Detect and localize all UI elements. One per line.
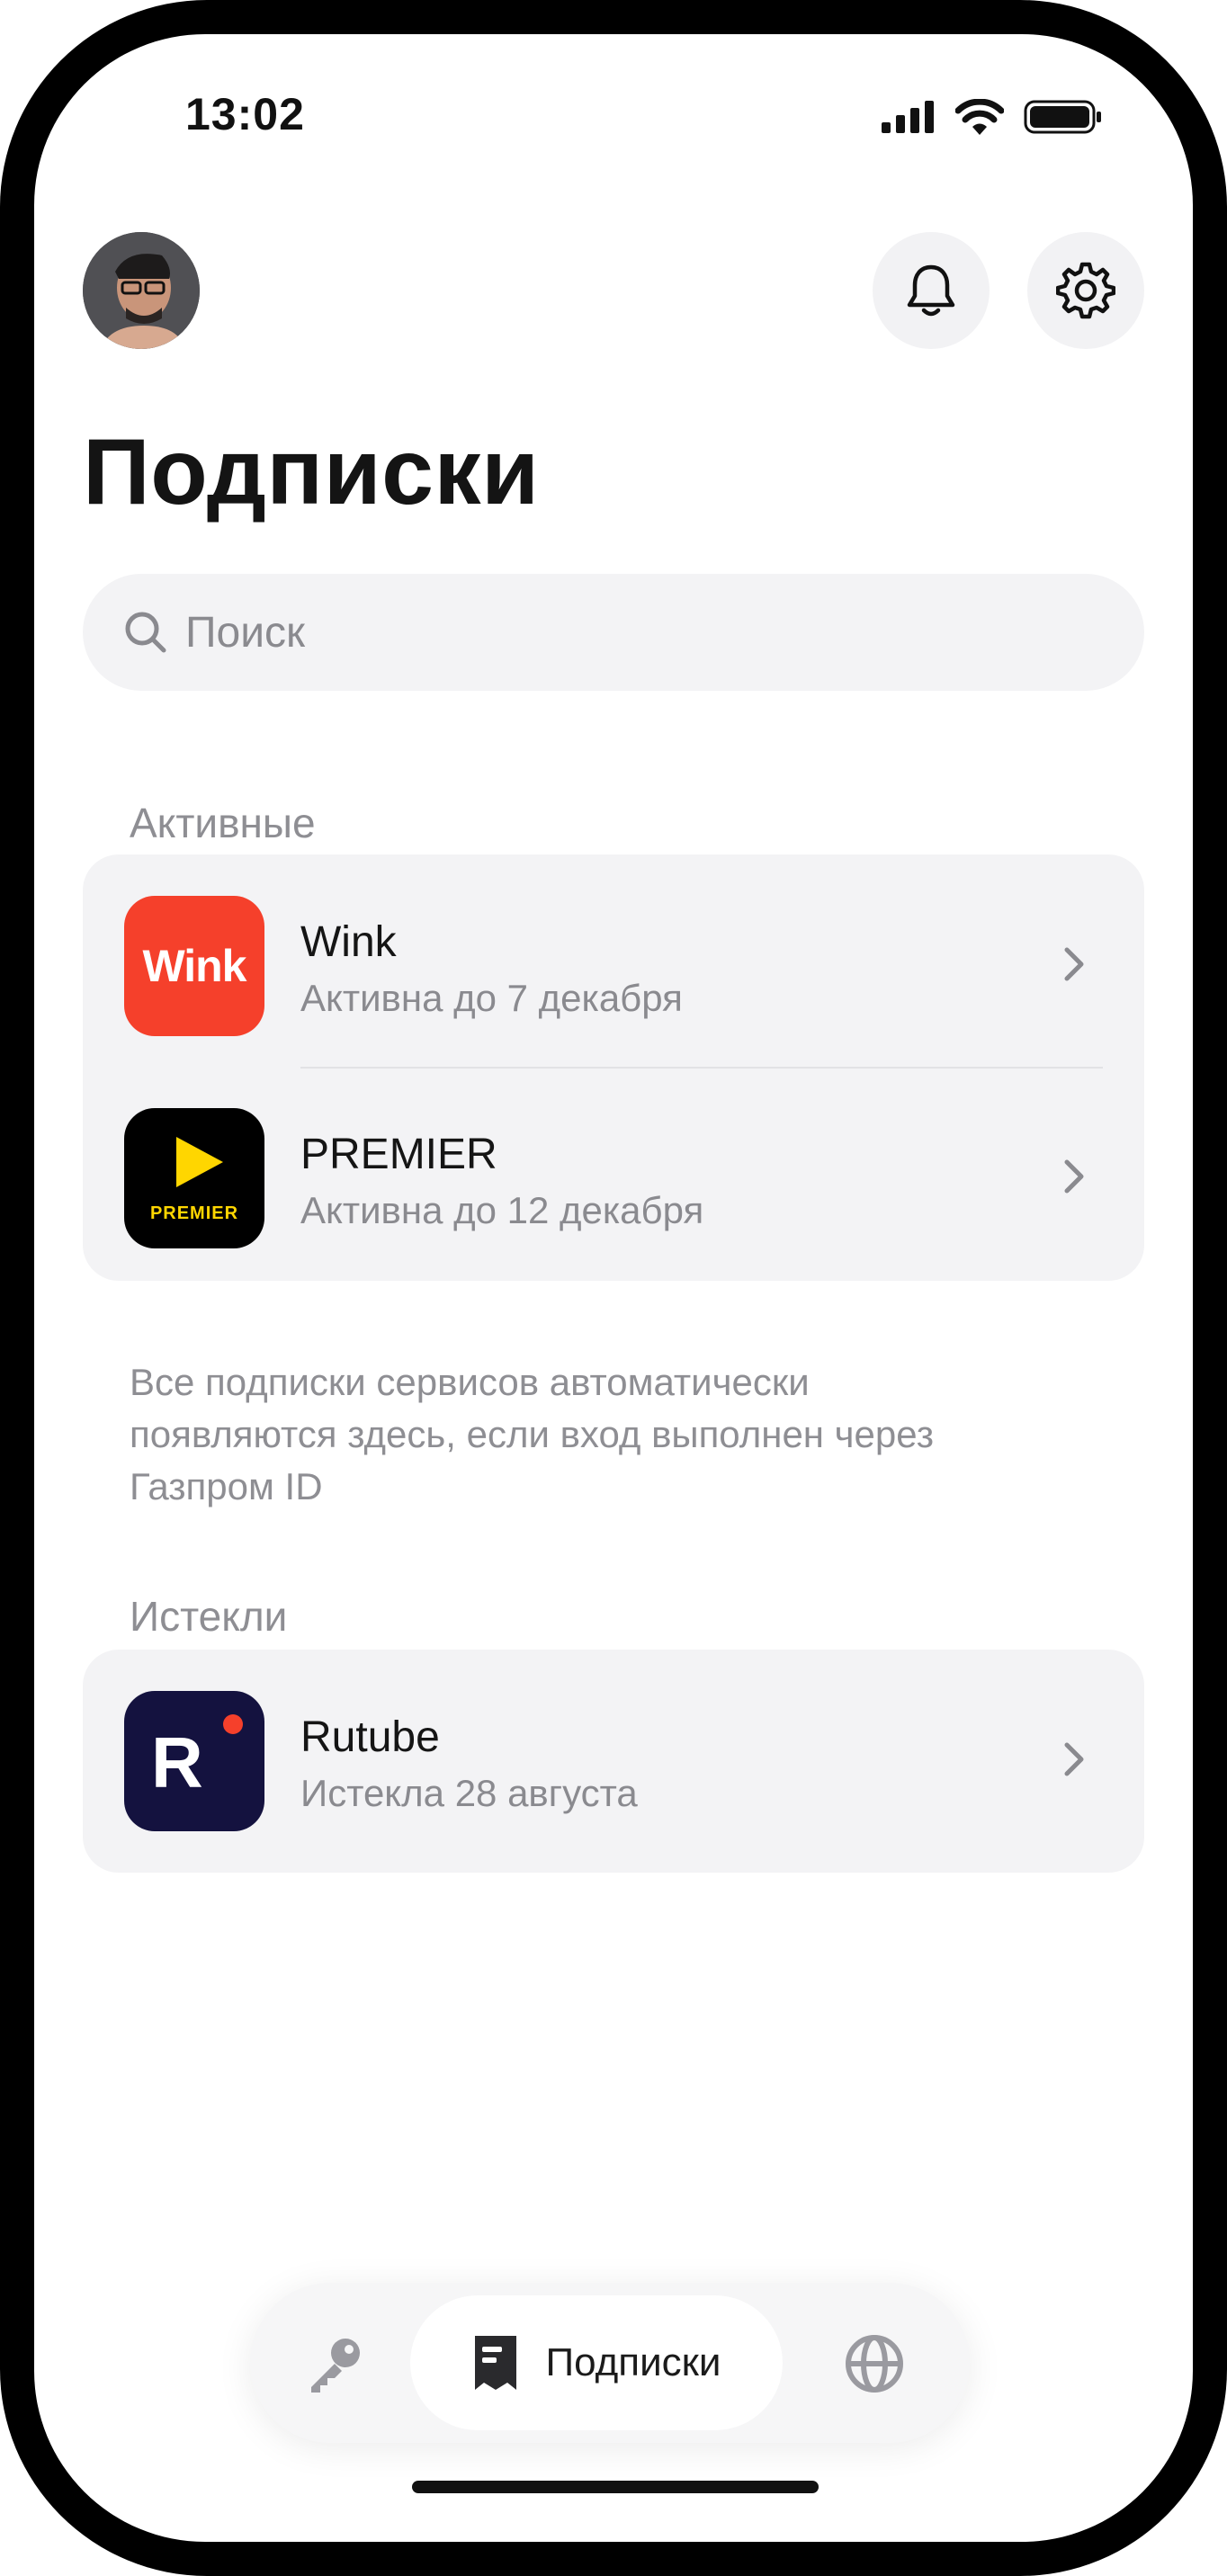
key-icon [311, 2339, 360, 2393]
tab-services[interactable] [844, 2333, 905, 2399]
screen: 13:02 Подписки Поиск Активные Wink Wink … [34, 34, 1193, 2542]
search-icon [125, 612, 166, 653]
premier-logo: PREMIER [124, 1108, 264, 1248]
battery-icon [1024, 100, 1101, 134]
search-input[interactable] [185, 607, 995, 657]
status-time: 13:02 [185, 89, 305, 139]
home-indicator [412, 2481, 819, 2493]
rutube-logo-text: R [151, 1722, 203, 1802]
wink-logo-text: Wink [142, 941, 247, 991]
phone-frame: 13:02 Подписки Поиск Активные Wink Wink … [0, 0, 1227, 2576]
active-subscriptions-card: Wink Wink Активна до 7 декабря PREMIER P… [83, 854, 1144, 1281]
subscription-status: Истекла 28 августа [300, 1772, 638, 1814]
subscription-row-wink[interactable]: Wink Wink Активна до 7 декабря [83, 854, 1144, 1069]
chevron-right-icon [1064, 1159, 1084, 1194]
rutube-logo: R [124, 1691, 264, 1831]
gear-icon [1056, 262, 1115, 319]
subscription-row-premier[interactable]: PREMIER PREMIER Активна до 12 декабря [83, 1067, 1144, 1279]
tab-subscriptions[interactable]: Подписки [410, 2295, 783, 2430]
avatar-photo [83, 232, 200, 349]
chevron-right-icon [1064, 1742, 1084, 1776]
signal-icon [882, 101, 934, 133]
wink-logo: Wink [124, 896, 264, 1036]
tab-passwords[interactable] [304, 2331, 367, 2399]
subscription-title: PREMIER [300, 1131, 497, 1178]
subscription-title: Wink [300, 918, 397, 966]
premier-logo-text: PREMIER [149, 1203, 239, 1223]
page-title: Подписки [83, 420, 540, 524]
search-bar[interactable] [83, 574, 1144, 691]
globe-icon [846, 2335, 903, 2393]
avatar[interactable] [83, 232, 200, 349]
subscription-status: Активна до 7 декабря [300, 977, 683, 1019]
subscription-title: Rutube [300, 1713, 440, 1761]
settings-button[interactable] [1027, 232, 1144, 349]
subscription-row-rutube[interactable]: R Rutube Истекла 28 августа [83, 1650, 1144, 1862]
receipt-icon [475, 2336, 517, 2390]
subscription-status: Активна до 12 декабря [300, 1189, 704, 1231]
bell-icon [907, 264, 955, 317]
chevron-right-icon [1064, 947, 1084, 981]
expired-subscriptions-card: R Rutube Истекла 28 августа [83, 1650, 1144, 1873]
play-icon [176, 1137, 223, 1187]
tab-subscriptions-label: Подписки [545, 2340, 721, 2384]
status-icons [882, 99, 1103, 135]
rutube-logo-dot [223, 1714, 243, 1734]
section-label-active: Активные [130, 800, 316, 846]
tab-bar: Подписки [250, 2283, 970, 2443]
subscriptions-hint: Все подписки сервисов автоматически появ… [130, 1361, 934, 1507]
wifi-icon [955, 99, 1004, 135]
section-label-expired: Истекли [130, 1593, 288, 1640]
notifications-button[interactable] [873, 232, 990, 349]
